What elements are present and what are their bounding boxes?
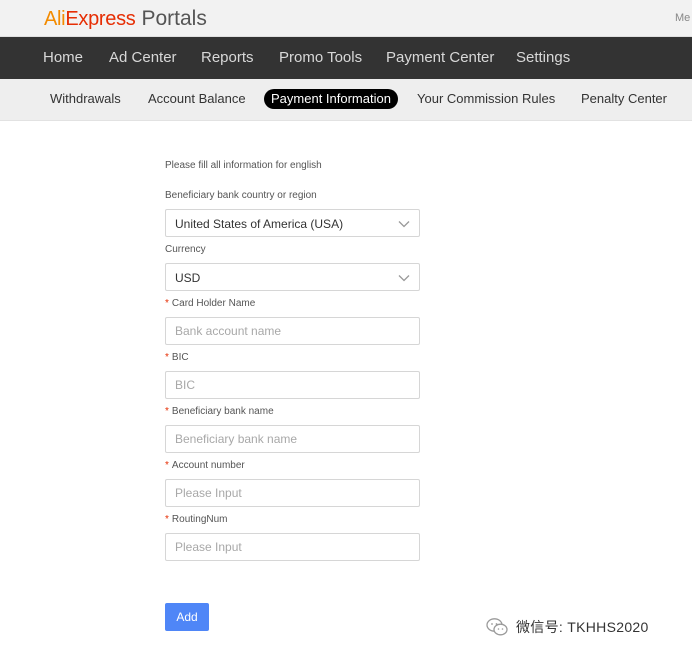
routing-label: * RoutingNum xyxy=(165,514,228,525)
routing-input[interactable] xyxy=(165,533,420,561)
form-note: Please fill all information for english xyxy=(165,160,322,171)
nav-promo-tools[interactable]: Promo Tools xyxy=(279,37,362,79)
chevron-down-icon xyxy=(398,275,410,282)
currency-selected-value: USD xyxy=(175,271,201,285)
account-number-label: * Account number xyxy=(165,460,245,471)
subnav-account-balance[interactable]: Account Balance xyxy=(148,89,246,109)
account-number-label-text: Account number xyxy=(171,460,245,471)
sub-nav: Withdrawals Account Balance Payment Info… xyxy=(0,79,692,121)
logo-brand-express: Express xyxy=(65,8,136,30)
card-holder-input[interactable] xyxy=(165,317,420,345)
card-holder-label-text: Card Holder Name xyxy=(171,298,256,309)
bank-name-input[interactable] xyxy=(165,425,420,453)
required-mark: * xyxy=(165,298,169,309)
chevron-down-icon xyxy=(398,221,410,228)
logo-brand: AliExpress xyxy=(44,8,136,30)
account-number-input[interactable] xyxy=(165,479,420,507)
country-selected-value: United States of America (USA) xyxy=(175,217,344,231)
routing-label-text: RoutingNum xyxy=(171,514,228,525)
subnav-penalty-center[interactable]: Penalty Center xyxy=(581,89,667,109)
bic-label: * BIC xyxy=(165,352,189,363)
country-label: Beneficiary bank country or region xyxy=(165,190,317,201)
subnav-payment-information[interactable]: Payment Information xyxy=(264,89,398,109)
country-select[interactable]: United States of America (USA) xyxy=(165,209,420,237)
aliexpress-portals-logo[interactable]: AliExpress Portals xyxy=(44,7,207,31)
wechat-watermark: 微信号: TKHHS2020 xyxy=(486,616,649,638)
main-nav: Home Ad Center Reports Promo Tools Payme… xyxy=(0,37,692,79)
header-user-menu[interactable]: Me xyxy=(675,12,690,24)
required-mark: * xyxy=(165,406,169,417)
bank-name-label: * Beneficiary bank name xyxy=(165,406,274,417)
page: AliExpress Portals Me Home Ad Center Repo… xyxy=(0,0,692,658)
nav-reports[interactable]: Reports xyxy=(201,37,254,79)
watermark-text: 微信号: TKHHS2020 xyxy=(516,619,649,635)
card-holder-label: * Card Holder Name xyxy=(165,298,255,309)
currency-select[interactable]: USD xyxy=(165,263,420,291)
wechat-icon xyxy=(486,618,508,636)
subnav-withdrawals[interactable]: Withdrawals xyxy=(50,89,121,109)
bic-label-text: BIC xyxy=(171,352,189,363)
currency-label: Currency xyxy=(165,244,206,255)
required-mark: * xyxy=(165,352,169,363)
logo-suffix: Portals xyxy=(141,7,207,30)
subnav-commission-rules[interactable]: Your Commission Rules xyxy=(417,89,555,109)
nav-payment-center[interactable]: Payment Center xyxy=(386,37,494,79)
add-button[interactable]: Add xyxy=(165,603,209,631)
nav-settings[interactable]: Settings xyxy=(516,37,570,79)
required-mark: * xyxy=(165,514,169,525)
nav-home[interactable]: Home xyxy=(43,37,83,79)
nav-ad-center[interactable]: Ad Center xyxy=(109,37,177,79)
top-header: AliExpress Portals Me xyxy=(0,0,692,37)
required-mark: * xyxy=(165,460,169,471)
bank-name-label-text: Beneficiary bank name xyxy=(171,406,274,417)
logo-brand-ali: Ali xyxy=(44,8,66,30)
bic-input[interactable] xyxy=(165,371,420,399)
